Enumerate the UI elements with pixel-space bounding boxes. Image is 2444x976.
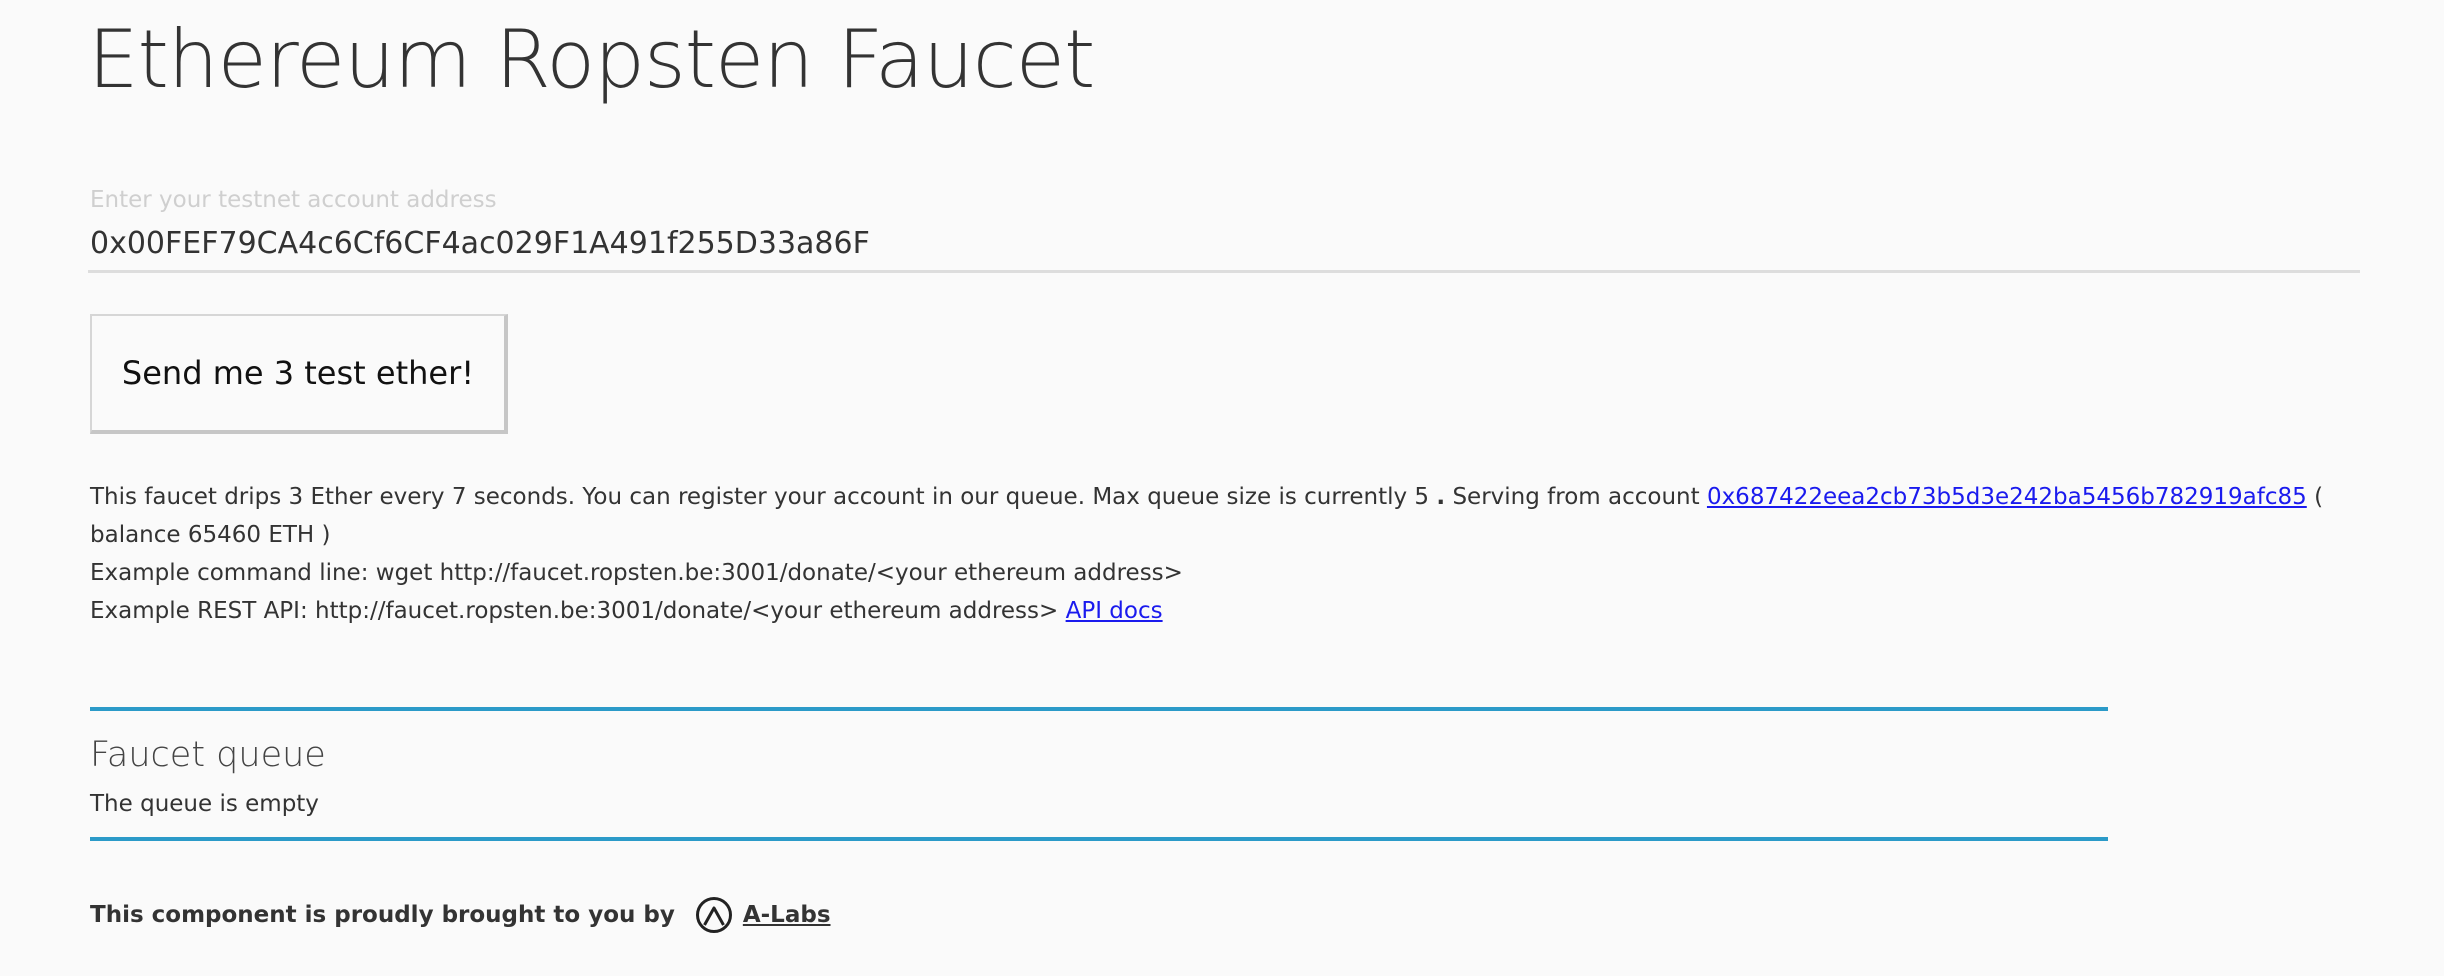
footer-text: This component is proudly brought to you… [90, 902, 675, 928]
faucet-page: Ethereum Ropsten Faucet Enter your testn… [0, 0, 2444, 976]
queue-size-dot: . [1436, 484, 1446, 510]
address-input[interactable] [88, 217, 2360, 273]
send-ether-button[interactable]: Send me 3 test ether! [90, 314, 508, 434]
a-labs-logo-icon [695, 896, 733, 934]
queue-status: The queue is empty [90, 791, 319, 817]
a-labs-link[interactable]: A-Labs [743, 902, 831, 928]
info-line-drip: This faucet drips 3 Ether every 7 second… [90, 478, 2390, 554]
drip-description: This faucet drips 3 Ether every 7 second… [90, 484, 1430, 510]
queue-title: Faucet queue [90, 735, 326, 775]
info-line-command: Example command line: wget http://faucet… [90, 560, 1183, 586]
faucet-queue-panel: Faucet queue The queue is empty [90, 707, 2108, 841]
api-docs-link[interactable]: API docs [1066, 598, 1163, 624]
address-field-label: Enter your testnet account address [90, 187, 497, 213]
rest-api-text: Example REST API: http://faucet.ropsten.… [90, 598, 1059, 624]
info-line-rest: Example REST API: http://faucet.ropsten.… [90, 592, 2390, 630]
account-address-link[interactable]: 0x687422eea2cb73b5d3e242ba5456b782919afc… [1707, 484, 2307, 510]
serving-from-label: Serving from account [1452, 484, 1700, 510]
faucet-info: This faucet drips 3 Ether every 7 second… [90, 478, 2390, 630]
page-title: Ethereum Ropsten Faucet [88, 13, 1095, 106]
footer-credit: This component is proudly brought to you… [90, 895, 831, 935]
